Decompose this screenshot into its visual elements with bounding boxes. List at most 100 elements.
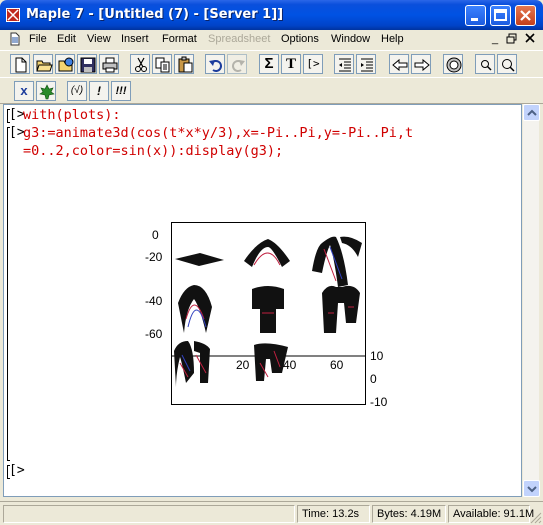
title-bar: Maple 7 - [Untitled (7) - [Server 1]] <box>0 0 543 30</box>
close-button[interactable] <box>515 5 536 26</box>
floppy-disk-icon <box>80 57 96 73</box>
back-button[interactable] <box>389 54 409 74</box>
maple-app-icon[interactable] <box>6 8 20 22</box>
text-mode-button[interactable]: T <box>281 54 301 74</box>
paste-clipboard-icon <box>178 56 193 73</box>
arrow-right-icon <box>414 58 430 72</box>
magnifier-icon <box>481 60 492 71</box>
y-tick-0: 0 <box>152 228 159 242</box>
x-tick-40: 40 <box>283 358 297 372</box>
x-tick-20: 20 <box>236 358 250 372</box>
execute-label: (√) <box>70 85 84 96</box>
status-bar: Time: 13.2s Bytes: 4.19M Available: 91.1… <box>0 501 543 525</box>
window-title: Maple 7 - [Untitled (7) - [Server 1]] <box>26 7 284 22</box>
save-button[interactable] <box>77 54 97 74</box>
open-url-icon <box>58 57 74 72</box>
arrow-left-icon <box>392 58 408 72</box>
cut-button[interactable] <box>130 54 150 74</box>
status-time: Time: 13.2s <box>297 505 370 523</box>
new-button[interactable] <box>10 54 30 74</box>
vertical-scrollbar[interactable] <box>522 104 540 497</box>
y-tick-minus40: -40 <box>145 294 163 308</box>
open-url-button[interactable] <box>55 54 75 74</box>
menu-file[interactable]: File <box>29 33 47 45</box>
magnifier-large-icon <box>502 59 515 72</box>
zoom-out-button[interactable] <box>497 54 517 74</box>
insert-prompt-label: [> <box>306 57 320 70</box>
y-tick-minus60: -60 <box>145 327 163 341</box>
maximize-button[interactable] <box>490 5 511 26</box>
status-available: Available: 91.1M <box>448 505 534 523</box>
menu-help[interactable]: Help <box>381 33 404 45</box>
menu-insert[interactable]: Insert <box>121 33 149 45</box>
minimize-button[interactable] <box>465 5 486 26</box>
code-line-with-plots[interactable]: with(plots): <box>23 106 121 124</box>
new-document-icon <box>15 57 27 73</box>
execute-all-label: !!! <box>115 85 127 97</box>
chevron-up-icon <box>527 109 537 116</box>
doc-restore-button[interactable] <box>505 33 519 46</box>
greek-x-label: x <box>20 83 28 98</box>
worksheet-area[interactable]: [> with(plots): [> g3:=animate3d(cos(t*x… <box>3 104 522 497</box>
paste-button[interactable] <box>174 54 194 74</box>
outdent-button[interactable] <box>334 54 354 74</box>
document-icon[interactable] <box>8 32 22 46</box>
status-message-pane <box>3 505 295 523</box>
menu-spreadsheet: Spreadsheet <box>208 33 271 45</box>
z-tick-0: 0 <box>370 372 377 386</box>
insert-prompt-button[interactable]: [> <box>303 54 323 74</box>
text-mode-label: T <box>285 56 296 72</box>
z-tick-10: 10 <box>370 349 384 363</box>
open-folder-icon <box>36 60 53 72</box>
menu-bar <box>0 30 543 49</box>
redo-button[interactable] <box>227 54 247 74</box>
indent-icon <box>361 58 373 72</box>
execute-group-button[interactable]: ! <box>89 81 109 101</box>
menu-view[interactable]: View <box>87 33 111 45</box>
scroll-down-button[interactable] <box>523 480 540 497</box>
copy-button[interactable] <box>152 54 172 74</box>
undo-button[interactable] <box>205 54 225 74</box>
standard-toolbar: Σ T [> <box>0 50 543 77</box>
z-tick-minus10: -10 <box>370 395 388 409</box>
resize-grip-icon[interactable] <box>530 512 542 524</box>
greek-button[interactable]: x <box>14 81 34 101</box>
print-button[interactable] <box>99 54 119 74</box>
doc-minimize-button[interactable]: _ <box>488 33 502 46</box>
sigma-label: Σ <box>264 55 274 72</box>
menu-edit[interactable]: Edit <box>57 33 76 45</box>
execute-button[interactable]: (√) <box>67 81 87 101</box>
status-bytes: Bytes: 4.19M <box>372 505 446 523</box>
stop-button[interactable] <box>443 54 463 74</box>
code-line-display[interactable]: =0..2,color=sin(x)):display(g3); <box>23 142 283 160</box>
printer-icon <box>102 57 118 73</box>
open-button[interactable] <box>33 54 53 74</box>
maple-leaf-button[interactable] <box>36 81 56 101</box>
forward-button[interactable] <box>411 54 431 74</box>
animation-plot-region[interactable] <box>171 222 366 405</box>
zoom-in-button[interactable] <box>475 54 495 74</box>
menu-format[interactable]: Format <box>162 33 197 45</box>
menu-window[interactable]: Window <box>331 33 370 45</box>
execute-group-label: ! <box>97 84 101 98</box>
y-tick-minus20: -20 <box>145 250 163 264</box>
code-line-animate3d[interactable]: g3:=animate3d(cos(t*x*y/3),x=-Pi..Pi,y=-… <box>23 124 413 142</box>
group-bracket-2[interactable] <box>7 127 10 461</box>
doc-close-button[interactable] <box>523 33 537 46</box>
x-tick-60: 60 <box>330 358 344 372</box>
animation-frames <box>172 236 365 387</box>
indent-button[interactable] <box>356 54 376 74</box>
copy-icon <box>155 57 170 73</box>
context-toolbar: x (√) ! !!! <box>0 77 543 104</box>
empty-prompt[interactable]: [> <box>9 463 25 478</box>
chevron-down-icon <box>527 486 537 493</box>
execute-all-button[interactable]: !!! <box>111 81 131 101</box>
scroll-up-button[interactable] <box>523 104 540 121</box>
undo-icon <box>209 60 222 72</box>
stop-sign-icon <box>446 57 462 73</box>
maple-leaf-icon <box>39 84 55 100</box>
redo-icon <box>232 60 245 72</box>
sigma-button[interactable]: Σ <box>259 54 279 74</box>
scissors-icon <box>135 57 147 72</box>
menu-options[interactable]: Options <box>281 33 319 45</box>
